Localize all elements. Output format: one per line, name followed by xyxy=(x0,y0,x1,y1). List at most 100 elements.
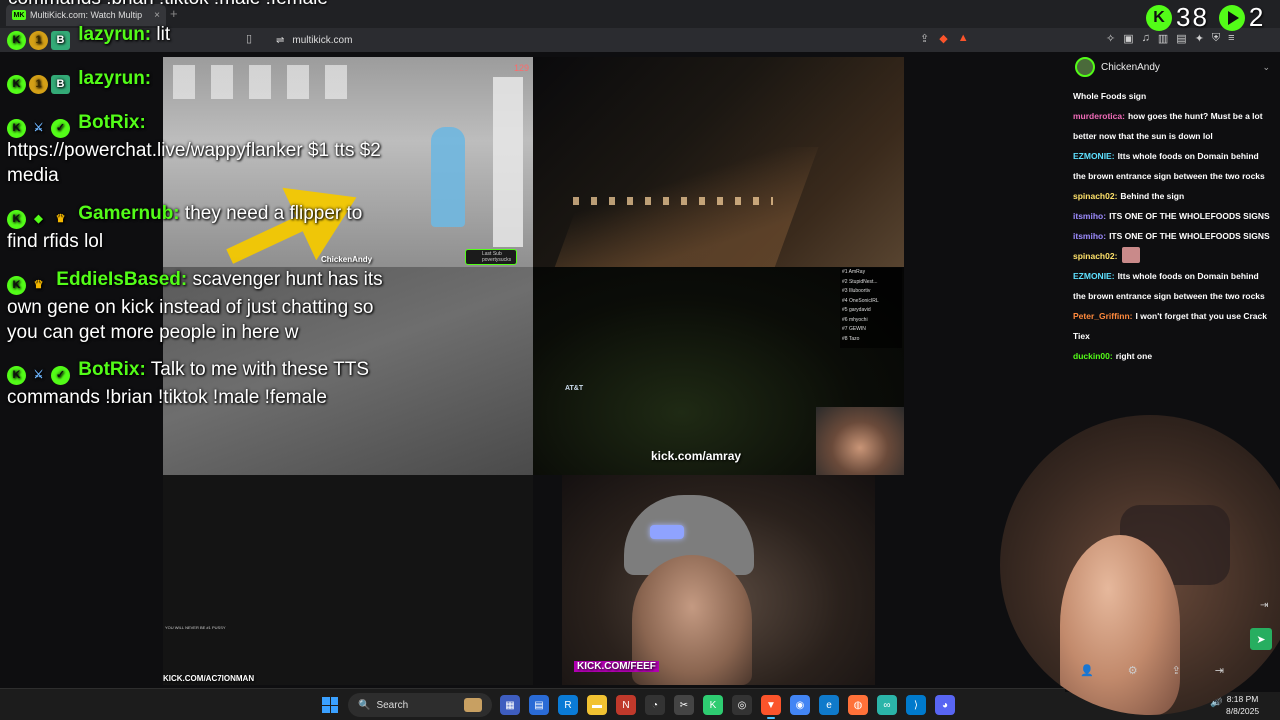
share-icon[interactable]: ⇪ xyxy=(1172,664,1181,677)
street-graphic xyxy=(547,147,819,267)
verified-badge-icon: ✓ xyxy=(51,366,70,385)
screen: MK MultiKick.com: Watch Multip × + ▯ ⇌ m… xyxy=(0,0,1280,720)
chat-message: itsmiho: ITS ONE OF THE WHOLEFOODS SIGNS xyxy=(1073,206,1272,226)
chat-username[interactable]: duckin00: xyxy=(1073,351,1113,361)
headlamp xyxy=(650,525,684,539)
walking-person xyxy=(431,127,465,227)
share-icon[interactable]: ⇪ xyxy=(920,32,929,45)
capcut-icon[interactable]: ✂ xyxy=(674,695,694,715)
chat-username[interactable]: Peter_Griffinn: xyxy=(1073,311,1133,321)
leaderboard-row: #6 mhyochi xyxy=(842,316,868,323)
vpn-icon[interactable]: ⛨ xyxy=(1212,32,1220,45)
search-icon: 🔍 xyxy=(358,699,371,711)
play-icon xyxy=(1218,4,1245,31)
settings-icon[interactable]: ⚙ xyxy=(1128,664,1138,677)
leaderboard-row: #4 OneSonicIRL xyxy=(842,297,879,304)
alert-user: povertysucks xyxy=(482,257,512,263)
count-overlay: K 38 2 xyxy=(1146,2,1265,33)
taskbar-clock[interactable]: 8:18 PM 8/8/2025 xyxy=(1226,693,1259,717)
chat-message: spinach02: xyxy=(1073,246,1272,266)
start-button-icon[interactable] xyxy=(322,697,338,713)
chat-username[interactable]: spinach02: xyxy=(1073,251,1117,261)
tab-title: MultiKick.com: Watch Multip xyxy=(30,10,143,20)
close-tab-icon[interactable]: × xyxy=(154,10,160,21)
menu-icon[interactable]: ≡ xyxy=(1228,32,1234,45)
chrome-icon[interactable]: ◉ xyxy=(790,695,810,715)
url-text: multikick.com xyxy=(292,35,353,46)
users-icon[interactable]: 👤 xyxy=(1080,664,1094,677)
grid-badge-icon: B xyxy=(51,75,70,94)
street-lamps xyxy=(573,197,773,205)
chat-username[interactable]: murderotica: xyxy=(1073,111,1125,121)
extensions-icon[interactable]: ✧ xyxy=(1106,32,1115,45)
brave-rewards-icon[interactable]: ▲ xyxy=(958,32,969,45)
sub-badge-icon: 1 xyxy=(29,75,48,94)
stream-tile-feef[interactable]: KICK.COM/FEEF xyxy=(562,475,875,685)
remote-icon[interactable]: R xyxy=(558,695,578,715)
clock-app-icon[interactable]: ◔ xyxy=(645,695,665,715)
task-view-icon[interactable]: ▦ xyxy=(500,695,520,715)
stream-tile-ac7ionman[interactable]: YOU WILL NEVER BE #1 PUSSY KICK.COM/AC7I… xyxy=(163,475,533,685)
discord-icon[interactable]: ◕ xyxy=(935,695,955,715)
widgets-icon[interactable]: ▤ xyxy=(529,695,549,715)
taskbar-search[interactable]: 🔍 Search xyxy=(348,693,492,717)
clock-time: 8:18 PM xyxy=(1226,694,1259,704)
chat-text: ITS ONE OF THE WHOLEFOODS SIGNS xyxy=(1109,231,1270,241)
kick-app-icon[interactable]: K xyxy=(703,695,723,715)
stream-tile-night-street[interactable] xyxy=(533,57,904,267)
chat-message: duckin00: right one xyxy=(1073,346,1272,366)
stream-tile-pavement[interactable] xyxy=(163,267,533,475)
kick-logo-icon: K xyxy=(1146,4,1172,31)
news-icon[interactable]: N xyxy=(616,695,636,715)
chat-username[interactable]: EZMONIE: xyxy=(1073,151,1115,161)
channel-avatar xyxy=(1075,57,1095,77)
send-chat-button[interactable]: ➤ xyxy=(1250,628,1272,650)
music-icon[interactable]: ♫ xyxy=(1142,32,1150,45)
leaderboard-row: #5 garydavid xyxy=(842,307,871,313)
kick-badge-icon: K xyxy=(7,276,26,295)
edge-icon[interactable]: e xyxy=(819,695,839,715)
stream-label: KICK.COM/AC7IONMAN xyxy=(163,674,255,683)
discord-bot-icon[interactable]: ◎ xyxy=(732,695,752,715)
popout-icon[interactable]: ⇥ xyxy=(1260,600,1268,611)
verified-badge-icon: ✓ xyxy=(51,119,70,138)
brave-browser-icon[interactable]: ▼ xyxy=(761,695,781,719)
address-bar-actions: ⇪ ◆ ▲ xyxy=(920,32,969,45)
multikick-favicon-icon: MK xyxy=(12,10,26,20)
chevron-down-icon[interactable]: ⌄ xyxy=(1262,62,1270,73)
address-bar[interactable]: ⇌ multikick.com xyxy=(268,32,988,49)
kick-badge-icon: K xyxy=(7,119,26,138)
reader-icon[interactable]: ▣ xyxy=(1123,32,1133,45)
chat-username[interactable]: itsmiho: xyxy=(1073,211,1106,221)
mini-chat-line: YOU WILL NEVER BE #1 PUSSY xyxy=(165,625,226,630)
bookmark-icon[interactable]: ▯ xyxy=(246,32,252,45)
wallet-icon[interactable]: ▤ xyxy=(1176,32,1186,45)
chat-message: Peter_Griffinn: I won't forget that you u… xyxy=(1073,306,1272,346)
chat-message: spinach02: Behind the sign xyxy=(1073,186,1272,206)
stream-tile-amray[interactable]: AT&T #1 AmRay #2 StupidNest... #3 Illubo… xyxy=(533,267,904,475)
chat-username[interactable]: spinach02: xyxy=(1073,191,1117,201)
chat-username[interactable]: itsmiho: xyxy=(1073,231,1106,241)
file-explorer-icon[interactable]: ▬ xyxy=(587,695,607,715)
leo-icon[interactable]: ✦ xyxy=(1195,32,1204,45)
crown-badge-icon: ♛ xyxy=(33,279,44,291)
sword-badge-icon: ⚔ xyxy=(33,369,44,381)
stream-label: kick.com/amray xyxy=(651,449,742,463)
last-sub-alert: Last Sub povertysucks xyxy=(465,249,517,265)
chat-username[interactable]: EZMONIE: xyxy=(1073,271,1115,281)
firefox-icon[interactable]: ◍ xyxy=(848,695,868,715)
chat-header[interactable]: ChickenAndy ⌄ xyxy=(1065,52,1280,82)
next-count-value: 2 xyxy=(1248,2,1266,32)
stream-label: KICK.COM/FEEF xyxy=(574,661,659,672)
game-icon[interactable]: ∞ xyxy=(877,695,897,715)
brave-shields-icon[interactable]: ◆ xyxy=(939,32,947,45)
vscode-icon[interactable]: ⟩ xyxy=(906,695,926,715)
sidebar-icon[interactable]: ▥ xyxy=(1158,32,1168,45)
stream-tile-chickenandy[interactable]: 129 Last Sub povertysucks ChickenAndy xyxy=(163,57,533,267)
viewer-count: 129 xyxy=(513,63,529,73)
site-info-icon[interactable]: ⇌ xyxy=(276,35,284,46)
emote-image xyxy=(1122,247,1141,263)
ceiling-lights xyxy=(173,65,353,99)
exit-icon[interactable]: ⇥ xyxy=(1215,664,1224,677)
chat-bottom-bar: 👤 ⚙ ⇪ ⇥ xyxy=(1080,664,1280,677)
